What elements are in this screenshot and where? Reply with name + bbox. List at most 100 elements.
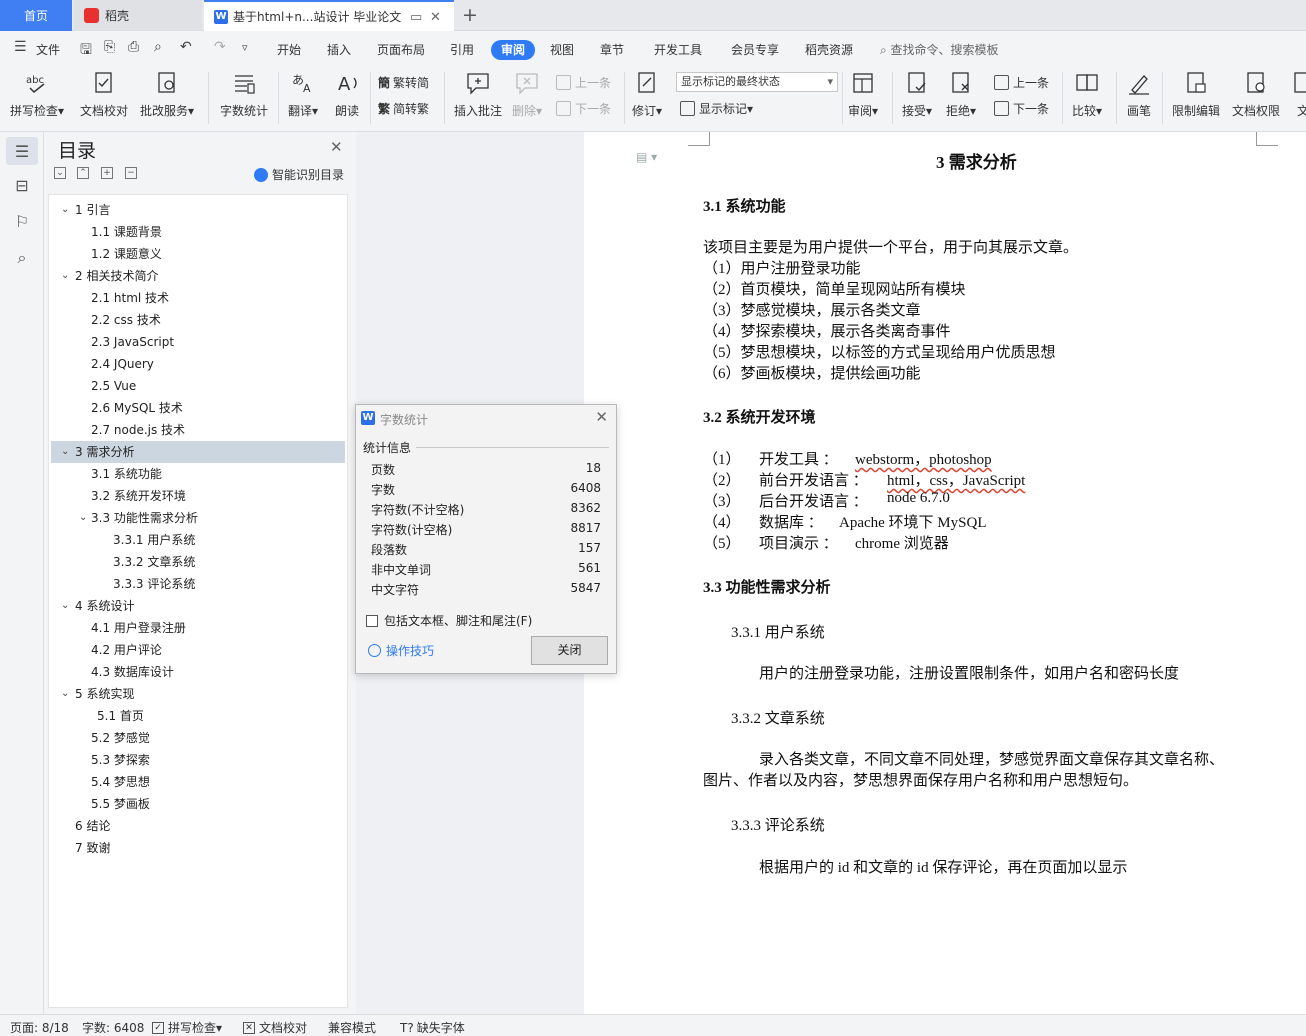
close-button[interactable]: 关闭 [531,636,608,665]
toc-item[interactable]: 5.3 梦探索 [51,749,345,771]
toc-item[interactable]: 3.2 系统开发环境 [51,485,345,507]
tips-link[interactable]: 操作技巧 [368,642,434,659]
toc-item[interactable]: 3.3.3 评论系统 [51,573,345,595]
spell-check-button[interactable]: abc 拼写检查▾ [10,70,64,119]
chevron-down-icon[interactable]: ⌄ [61,683,69,705]
track-changes-button[interactable]: 修订▾ [632,70,662,119]
include-footnotes-checkbox[interactable]: 包括文本框、脚注和尾注(F) [366,612,532,629]
toc-item[interactable]: 5.4 梦思想 [51,771,345,793]
compat-mode[interactable]: 兼容模式 [328,1019,376,1036]
chevron-down-icon[interactable]: ⌄ [61,595,69,617]
smart-toc-button[interactable]: 智能识别目录 [254,166,344,183]
toc-item[interactable]: 2.1 html 技术 [51,287,345,309]
trad-to-simp-button[interactable]: 簡繁转简 [378,74,429,91]
menu-daoke-resources[interactable]: 稻壳资源 [805,41,853,58]
batch-service-button[interactable]: 批改服务▾ [140,70,194,119]
dialog-close-icon[interactable]: ✕ [595,408,608,426]
word-count-button[interactable]: 字数统计 [220,70,268,119]
reject-button[interactable]: 拒绝▾ [946,70,976,119]
toc-item[interactable]: ⌄ 5 系统实现 [51,683,345,705]
export-icon[interactable]: ⎘ [104,39,115,55]
toc-item[interactable]: 7 致谢 [51,837,345,859]
toc-item[interactable]: ⌄ 2 相关技术简介 [51,265,345,287]
menu-member[interactable]: 会员专享 [731,41,779,58]
remove-icon[interactable]: − [125,167,137,179]
doc-rights-button[interactable]: 文档权限 [1232,70,1280,119]
word-count-indicator[interactable]: 字数: 6408 [82,1019,144,1036]
search-icon[interactable]: ⌕ [12,248,32,268]
toc-item[interactable]: 2.7 node.js 技术 [51,419,345,441]
redo-icon[interactable]: ↷ [214,39,226,55]
missing-font[interactable]: T? 缺失字体 [400,1019,465,1036]
toc-item[interactable]: 5.5 梦画板 [51,793,345,815]
more-ribbon-button[interactable]: 文 [1290,70,1306,119]
chevron-down-icon[interactable]: ⌄ [61,199,69,221]
toc-item[interactable]: ⌄ 3 需求分析 [51,441,345,463]
toc-item[interactable]: 5.1 首页 [51,705,345,727]
pen-button[interactable]: 画笔 [1126,70,1152,119]
accept-button[interactable]: 接受▾ [902,70,932,119]
toc-item[interactable]: 2.5 Vue [51,375,345,397]
menu-layout[interactable]: 页面布局 [377,41,425,58]
toc-item[interactable]: ⌄ 3.3 功能性需求分析 [51,507,345,529]
window-icon[interactable]: ▭ [410,10,422,25]
prev-comment-button[interactable]: 上一条 [556,74,611,91]
restrict-edit-button[interactable]: 限制编辑 [1172,70,1220,119]
toc-item[interactable]: 1.2 课题意义 [51,243,345,265]
markup-state-select[interactable]: 显示标记的最终状态 [676,72,838,92]
translate-button[interactable]: あA 翻译▾ [288,70,318,119]
menu-file[interactable]: 文件 [36,41,60,58]
outline-icon[interactable]: ⊟ [12,176,32,196]
toc-item[interactable]: 2.4 JQuery [51,353,345,375]
simp-to-trad-button[interactable]: 繁简转繁 [378,100,429,117]
toc-item[interactable]: 6 结论 [51,815,345,837]
prev-change-button[interactable]: 上一条 [994,74,1049,91]
review-pane-button[interactable]: 审阅▾ [848,70,878,119]
toc-item[interactable]: 4.2 用户评论 [51,639,345,661]
show-markup-button[interactable]: 显示标记 ▾ [680,100,753,117]
next-change-button[interactable]: 下一条 [994,100,1049,117]
chevron-down-icon[interactable]: ⌄ [79,507,87,529]
menu-review-active[interactable]: 审阅 [491,40,535,60]
toc-item[interactable]: 3.1 系统功能 [51,463,345,485]
compare-button[interactable]: 比较▾ [1072,70,1102,119]
tab-daoke[interactable]: 稻壳 [74,0,202,31]
toc-item[interactable]: 4.1 用户登录注册 [51,617,345,639]
menu-section[interactable]: 章节 [600,41,624,58]
toc-item[interactable]: 3.3.1 用户系统 [51,529,345,551]
menu-start[interactable]: 开始 [277,41,301,58]
menu-devtools[interactable]: 开发工具 [654,41,702,58]
page-indicator[interactable]: 页面: 8/18 [10,1019,69,1036]
toc-item[interactable]: 5.2 梦感觉 [51,727,345,749]
toc-item[interactable]: 3.3.2 文章系统 [51,551,345,573]
new-tab-icon[interactable]: + [462,4,478,26]
toc-item[interactable]: 2.3 JavaScript [51,331,345,353]
next-comment-button[interactable]: 下一条 [556,100,611,117]
toc-item[interactable]: 4.3 数据库设计 [51,661,345,683]
print-icon[interactable]: ⎙ [128,39,139,55]
toc-item[interactable]: 2.2 css 技术 [51,309,345,331]
tab-home[interactable]: 首页 [0,0,72,31]
add-icon[interactable]: + [101,167,113,179]
proofread-button[interactable]: 文档校对 [80,70,128,119]
toc-item[interactable]: 2.6 MySQL 技术 [51,397,345,419]
toc-item[interactable]: ⌄ 1 引言 [51,199,345,221]
expand-icon[interactable]: ⌃ [77,167,89,179]
status-spell-check[interactable]: ✓ 拼写检查 ▾ [152,1019,222,1036]
menu-reference[interactable]: 引用 [450,41,474,58]
status-proofread[interactable]: ✕ 文档校对 [243,1019,307,1036]
toc-item[interactable]: 1.1 课题背景 [51,221,345,243]
menu-insert[interactable]: 插入 [327,41,351,58]
chevron-down-icon[interactable]: ⌄ [61,441,69,463]
toc-item[interactable]: ⌄ 4 系统设计 [51,595,345,617]
preview-icon[interactable]: ⌕ [154,39,162,55]
tab-document[interactable]: W 基于html+n...站设计 毕业论文 ▭ ✕ [204,0,454,31]
read-aloud-button[interactable]: A 朗读 [334,70,360,119]
undo-icon[interactable]: ↶ [180,39,192,55]
hamburger-icon[interactable]: ☰ [14,39,27,55]
menu-view[interactable]: 视图 [550,41,574,58]
more-icon[interactable]: ▿ [242,41,248,54]
delete-comment-button[interactable]: 删除▾ [512,70,542,119]
save-icon[interactable]: 🖫 [80,39,92,63]
command-search[interactable]: ⌕ 查找命令、搜索模板 [880,41,999,58]
